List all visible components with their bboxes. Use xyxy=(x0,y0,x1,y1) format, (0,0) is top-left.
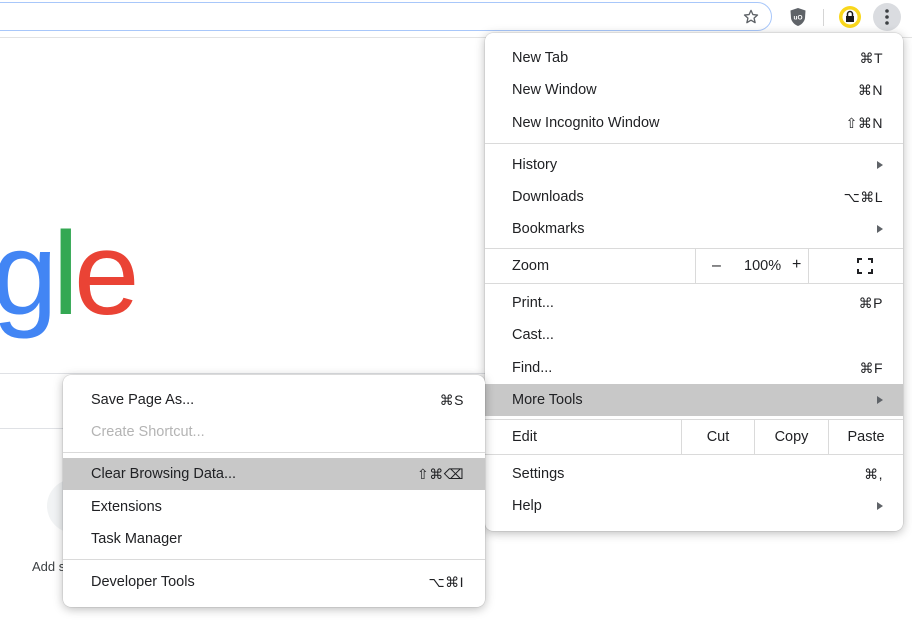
paste-button[interactable]: Paste xyxy=(828,420,903,454)
menu-item-label: New Incognito Window xyxy=(512,115,660,131)
menu-item-shortcut: ⇧⌘N xyxy=(845,114,883,131)
kebab-menu-icon[interactable] xyxy=(873,3,901,31)
zoom-in-button[interactable]: + xyxy=(792,256,801,274)
menu-item-shortcut: ⌥⌘L xyxy=(843,188,883,205)
menu-item-label: Save Page As... xyxy=(91,392,195,408)
zoom-out-button[interactable]: – xyxy=(712,257,721,275)
menu-item-label: More Tools xyxy=(512,392,583,408)
menu-item-label: Bookmarks xyxy=(512,221,585,237)
menu-item-shortcut: ⌘, xyxy=(864,465,883,482)
menu-item-developer-tools[interactable]: Developer Tools ⌥⌘I xyxy=(63,566,485,598)
zoom-control: – 100% + xyxy=(695,249,809,283)
menu-item-settings[interactable]: Settings ⌘, xyxy=(485,458,903,490)
menu-item-label: Extensions xyxy=(91,499,162,515)
menu-item-label: New Tab xyxy=(512,50,569,66)
menu-item-help[interactable]: Help xyxy=(485,490,903,522)
address-bar[interactable] xyxy=(0,2,772,31)
zoom-row: Zoom – 100% + xyxy=(485,249,903,283)
menu-item-label: Find... xyxy=(512,360,553,376)
menu-item-label: Task Manager xyxy=(91,531,183,547)
menu-item-label: History xyxy=(512,157,558,173)
menu-item-task-manager[interactable]: Task Manager xyxy=(63,523,485,555)
more-tools-submenu: Save Page As... ⌘S Create Shortcut... Cl… xyxy=(63,375,485,607)
menu-item-bookmarks[interactable]: Bookmarks xyxy=(485,213,903,245)
copy-button[interactable]: Copy xyxy=(754,420,828,454)
menu-separator xyxy=(485,454,903,455)
zoom-level: 100% xyxy=(744,258,782,274)
menu-separator xyxy=(63,559,485,560)
menu-item-new-tab[interactable]: New Tab ⌘T xyxy=(485,42,903,74)
menu-item-label: Clear Browsing Data... xyxy=(91,466,237,482)
menu-item-history[interactable]: History xyxy=(485,149,903,181)
bookmark-star-icon[interactable] xyxy=(741,7,761,27)
edit-label: Edit xyxy=(512,429,537,445)
ublock-shield-icon[interactable]: uO xyxy=(787,6,809,28)
menu-item-cast[interactable]: Cast... xyxy=(485,319,903,351)
add-shortcut-label: Add s xyxy=(32,559,66,574)
menu-item-new-window[interactable]: New Window ⌘N xyxy=(485,74,903,106)
menu-item-clear-browsing-data[interactable]: Clear Browsing Data... ⇧⌘⌫ xyxy=(63,458,485,490)
submenu-arrow-icon xyxy=(877,225,883,233)
svg-text:uO: uO xyxy=(793,15,802,22)
cut-button[interactable]: Cut xyxy=(681,420,754,454)
menu-item-label: Settings xyxy=(512,466,565,482)
logo-letter-e: e xyxy=(73,208,140,340)
zoom-label: Zoom xyxy=(512,258,550,274)
edit-row: Edit Cut Copy Paste xyxy=(485,420,903,454)
menu-item-label: New Window xyxy=(512,82,597,98)
menu-item-shortcut: ⌥⌘I xyxy=(428,573,464,590)
menu-item-find[interactable]: Find... ⌘F xyxy=(485,352,903,384)
menu-item-shortcut: ⌘N xyxy=(857,81,883,98)
menu-item-label: Cast... xyxy=(512,327,554,343)
menu-item-shortcut: ⇧⌘⌫ xyxy=(416,465,464,482)
submenu-arrow-icon xyxy=(877,396,883,404)
profile-avatar-icon[interactable] xyxy=(838,5,862,29)
menu-item-create-shortcut[interactable]: Create Shortcut... xyxy=(63,416,485,448)
google-logo: gle xyxy=(0,208,140,340)
fullscreen-icon[interactable] xyxy=(857,258,873,274)
logo-letter-g: g xyxy=(0,208,58,340)
menu-item-shortcut: ⌘P xyxy=(858,294,883,311)
submenu-arrow-icon xyxy=(877,502,883,510)
browser-toolbar: uO xyxy=(0,0,912,36)
menu-item-downloads[interactable]: Downloads ⌥⌘L xyxy=(485,181,903,213)
menu-item-print[interactable]: Print... ⌘P xyxy=(485,287,903,319)
menu-separator xyxy=(63,452,485,453)
menu-item-label: Print... xyxy=(512,295,554,311)
menu-item-label: Help xyxy=(512,498,542,514)
logo-letter-l: l xyxy=(52,208,79,340)
menu-item-shortcut: ⌘T xyxy=(859,49,883,66)
toolbar-divider xyxy=(823,9,824,26)
menu-item-shortcut: ⌘S xyxy=(439,391,464,408)
menu-separator xyxy=(485,143,903,144)
submenu-arrow-icon xyxy=(877,161,883,169)
chrome-main-menu: New Tab ⌘T New Window ⌘N New Incognito W… xyxy=(485,33,903,531)
menu-separator xyxy=(485,283,903,284)
menu-item-save-page-as[interactable]: Save Page As... ⌘S xyxy=(63,384,485,416)
menu-item-label: Developer Tools xyxy=(91,574,195,590)
menu-item-new-incognito-window[interactable]: New Incognito Window ⇧⌘N xyxy=(485,107,903,139)
menu-item-more-tools[interactable]: More Tools xyxy=(485,384,903,416)
menu-item-label: Create Shortcut... xyxy=(91,424,205,440)
menu-item-label: Downloads xyxy=(512,189,584,205)
menu-item-extensions[interactable]: Extensions xyxy=(63,491,485,523)
menu-item-shortcut: ⌘F xyxy=(859,359,883,376)
